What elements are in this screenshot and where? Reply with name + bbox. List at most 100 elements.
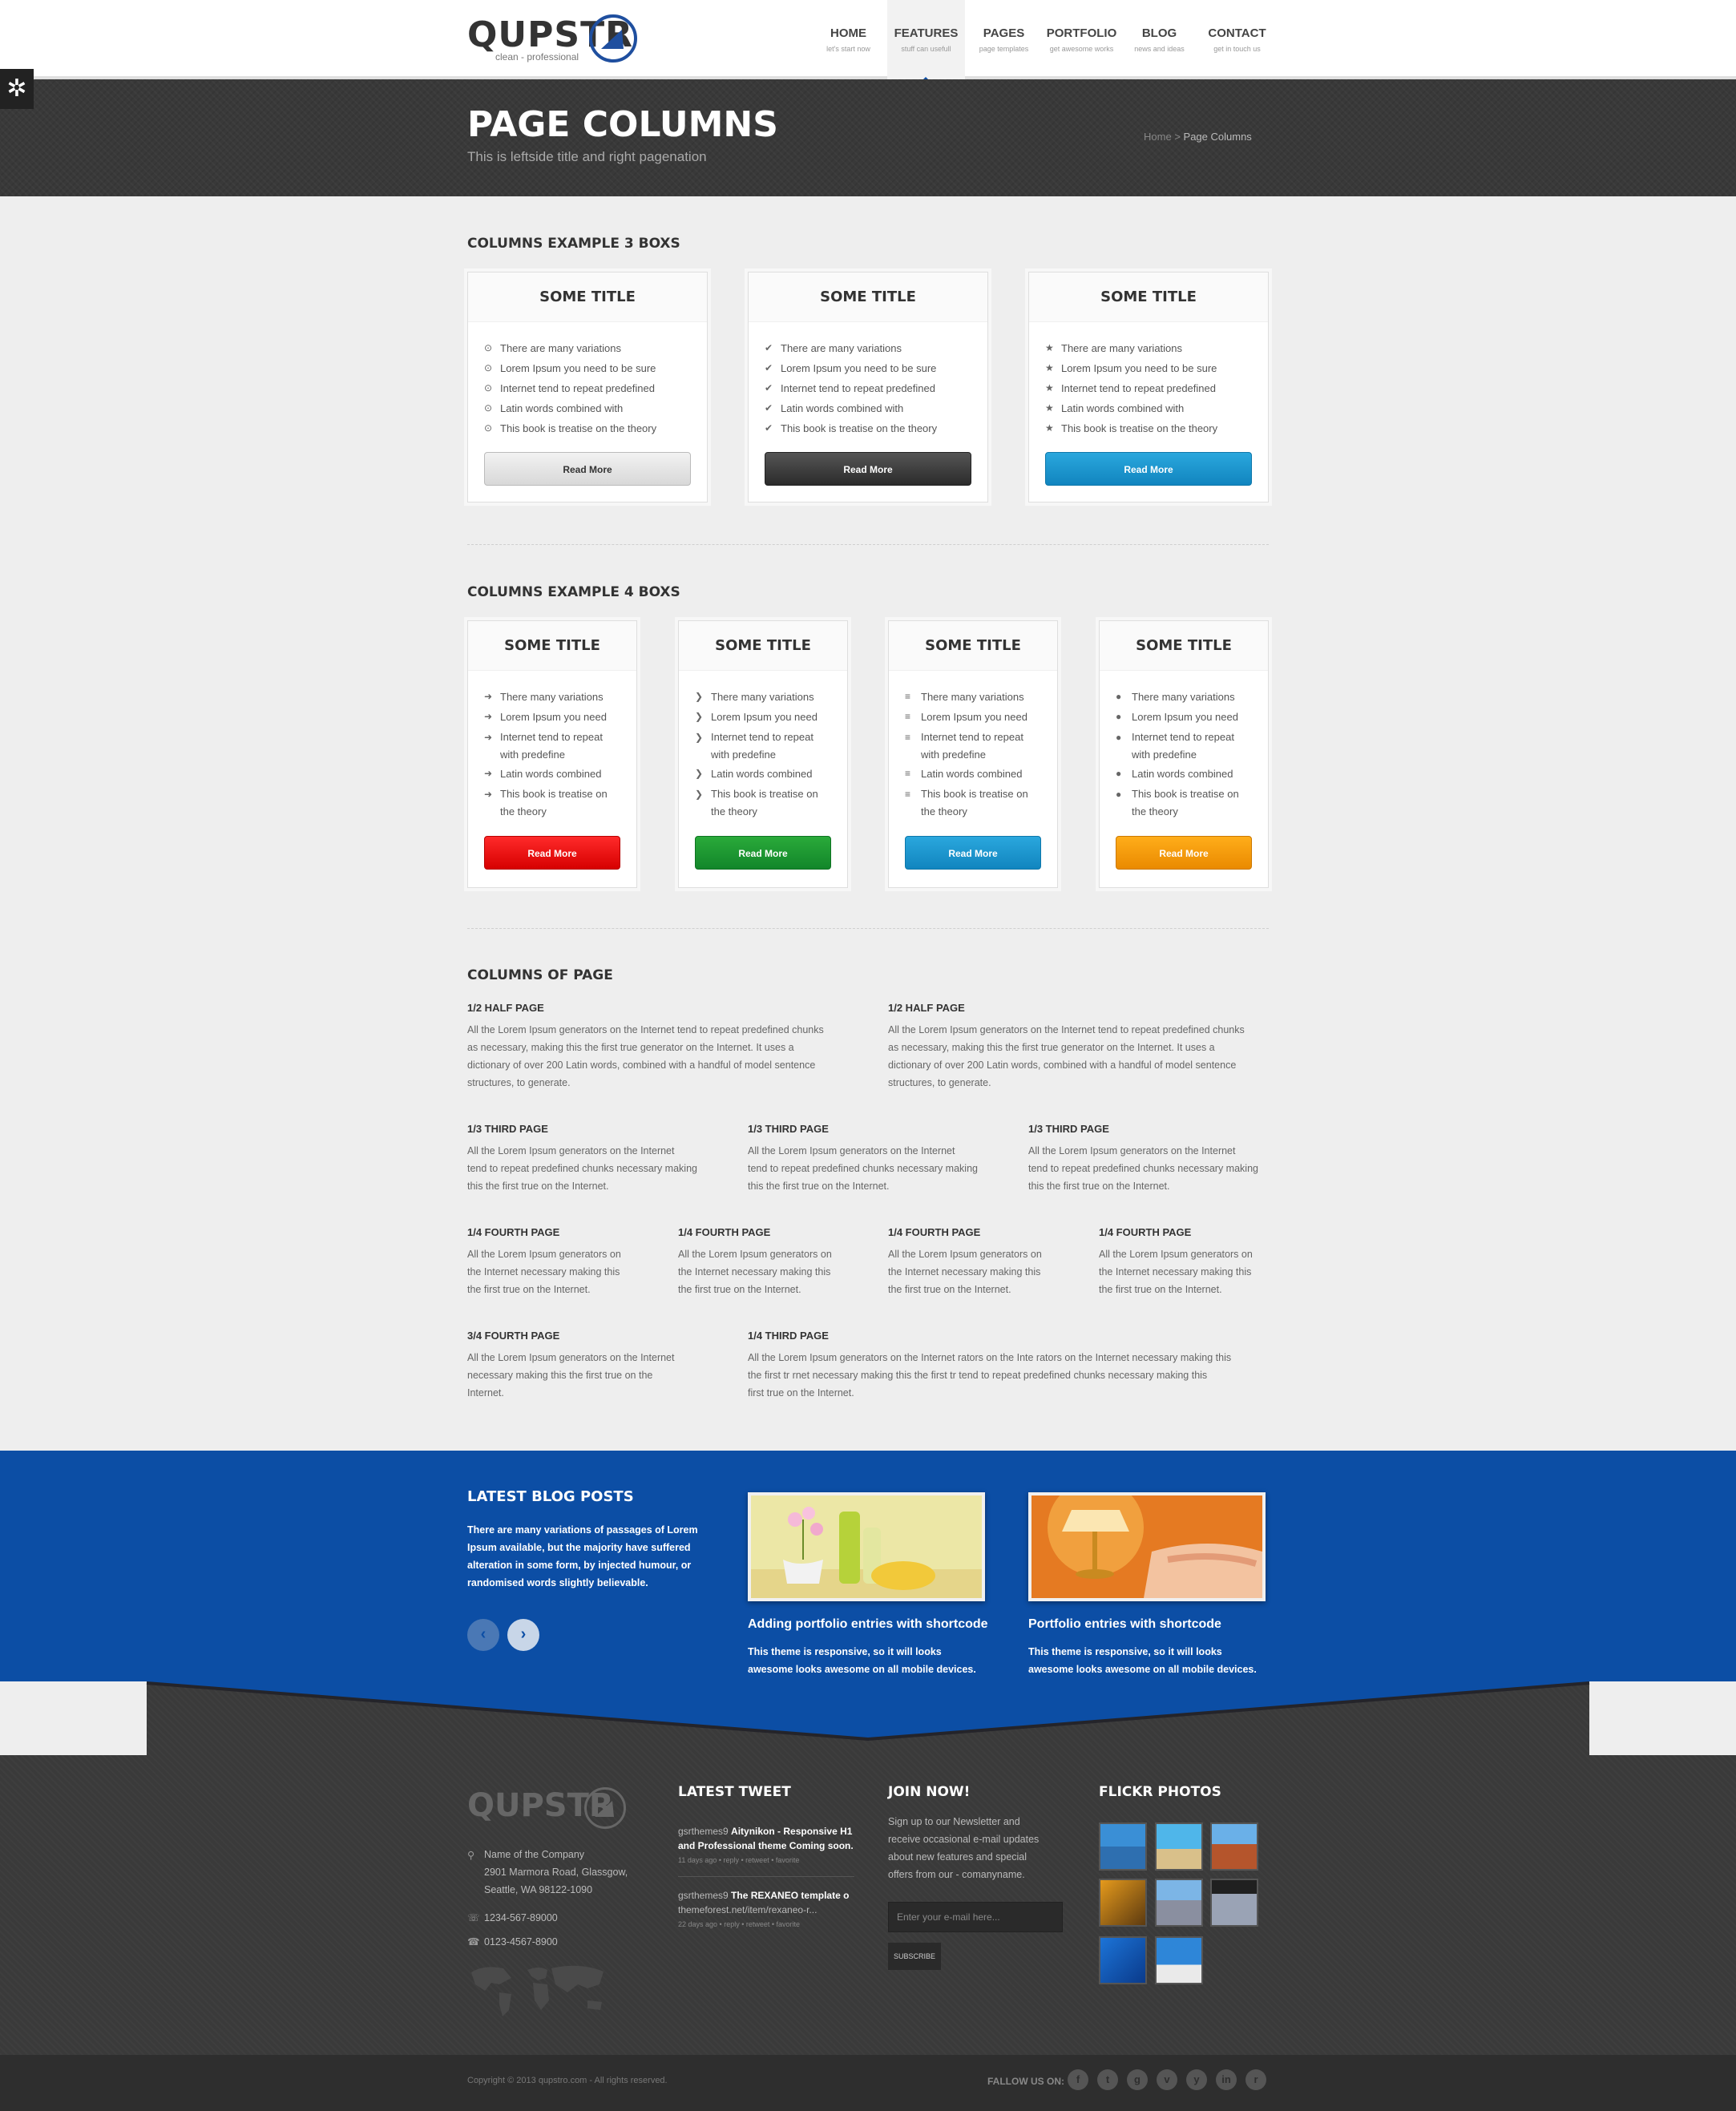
flickr-photo[interactable] xyxy=(1155,1936,1203,1984)
tweet-meta[interactable]: 11 days ago • reply • retweet • favorite xyxy=(678,1853,854,1867)
nav-blog[interactable]: BLOG news and ideas xyxy=(1120,0,1198,79)
user-icon: ● xyxy=(1116,691,1122,702)
tweet-meta[interactable]: 22 days ago • reply • retweet • favorite xyxy=(678,1917,854,1931)
flickr-photo[interactable] xyxy=(1099,1936,1147,1984)
arrow-right-icon: ➜ xyxy=(484,711,493,722)
breadcrumb-home[interactable]: Home xyxy=(1144,131,1172,143)
read-more-button[interactable]: Read More xyxy=(484,452,691,486)
flickr-photo[interactable] xyxy=(1155,1879,1203,1927)
tweet-text: The REXANEO template o xyxy=(731,1890,850,1901)
nav-home[interactable]: HOME let's start now xyxy=(809,0,887,79)
post-thumbnail[interactable] xyxy=(1028,1492,1266,1601)
post-excerpt: This theme is responsive, so it will loo… xyxy=(748,1646,976,1675)
carousel-next-button[interactable]: › xyxy=(507,1619,539,1651)
list-item: ❯ Internet tend to repeat with predefine xyxy=(695,727,847,764)
post-thumbnail[interactable] xyxy=(748,1492,985,1601)
flickr-photo[interactable] xyxy=(1155,1822,1203,1871)
list-item: ★ Latin words combined with xyxy=(1045,398,1268,418)
column-title: 1/4 FOURTH PAGE xyxy=(467,1226,560,1238)
text-line: first true on the Internet. xyxy=(748,1387,854,1399)
post-title[interactable]: Portfolio entries with shortcode xyxy=(1028,1617,1221,1632)
flickr-photo[interactable] xyxy=(1210,1879,1258,1927)
user-icon: ● xyxy=(1116,732,1122,743)
facebook-icon[interactable]: f xyxy=(1068,2069,1088,2090)
list-item-text: There many variations xyxy=(921,691,1024,703)
list-item-text: This book is treatise on xyxy=(1132,788,1239,800)
twitter-icon[interactable]: t xyxy=(1097,2069,1118,2090)
settings-gear-icon[interactable]: ✲ xyxy=(0,69,34,109)
box-title: SOME TITLE xyxy=(468,272,707,322)
list-item: ● Internet tend to repeat with predefine xyxy=(1116,727,1268,764)
nav-features[interactable]: FEATURES stuff can usefull xyxy=(887,0,965,83)
read-more-button[interactable]: Read More xyxy=(765,452,971,486)
tweet-user[interactable]: gsrthemes9 xyxy=(678,1890,729,1901)
list-item: ✔ There are many variations xyxy=(765,338,987,358)
nav-contact[interactable]: CONTACT get in touch us xyxy=(1198,0,1276,79)
list-item: ⊙ Internet tend to repeat predefined xyxy=(484,378,707,398)
vimeo-icon[interactable]: v xyxy=(1157,2069,1177,2090)
google-plus-icon[interactable]: g xyxy=(1127,2069,1148,2090)
list-item-text: Latin words combined xyxy=(711,768,813,780)
flickr-photo[interactable] xyxy=(1210,1822,1258,1871)
list-item: ⊙ This book is treatise on the theory xyxy=(484,418,707,438)
text-line: Sign up to our Newsletter and xyxy=(888,1816,1020,1827)
read-more-button[interactable]: Read More xyxy=(484,836,620,870)
list-item-text: with predefine xyxy=(1132,749,1197,761)
breadcrumb-separator: > xyxy=(1174,131,1181,143)
list-item-text: Internet tend to repeat xyxy=(921,731,1023,743)
star-icon: ★ xyxy=(1045,402,1054,414)
user-icon: ● xyxy=(1116,768,1122,779)
text-line: as necessary, making this the first true… xyxy=(888,1042,1215,1053)
linkedin-icon[interactable]: in xyxy=(1216,2069,1237,2090)
breadcrumb-current: Page Columns xyxy=(1183,131,1252,143)
text-line: the Internet necessary making this xyxy=(1099,1266,1252,1277)
text-line: about new features and special xyxy=(888,1851,1027,1863)
text-line: All the Lorem Ipsum generators on xyxy=(888,1249,1042,1260)
text-line: All the Lorem Ipsum generators on the In… xyxy=(467,1145,675,1156)
list-item-text: the theory xyxy=(500,805,547,817)
post-excerpt: This theme is responsive, so it will loo… xyxy=(1028,1646,1257,1675)
join-heading: JOIN NOW! xyxy=(888,1784,971,1800)
youtube-icon[interactable]: y xyxy=(1186,2069,1207,2090)
bottom-bar xyxy=(0,2055,1736,2111)
chevron-right-icon: ❯ xyxy=(695,711,704,722)
text-line: All the Lorem Ipsum generators on the In… xyxy=(1028,1145,1236,1156)
read-more-button[interactable]: Read More xyxy=(905,836,1041,870)
nav-label: PAGES xyxy=(983,26,1025,40)
carousel-prev-button[interactable]: ‹ xyxy=(467,1619,499,1651)
email-input[interactable]: Enter your e-mail here... xyxy=(888,1902,1063,1932)
subscribe-button[interactable]: SUBSCRIBE xyxy=(888,1943,941,1970)
tweet-heading: LATEST TWEET xyxy=(678,1784,791,1800)
divider xyxy=(467,928,1269,929)
read-more-button[interactable]: Read More xyxy=(695,836,831,870)
arrow-right-icon: ➜ xyxy=(484,732,493,743)
world-map-icon xyxy=(471,1965,604,2016)
text-line: the first true on the Internet. xyxy=(888,1284,1011,1295)
company-name: Name of the Company xyxy=(484,1849,585,1860)
tweet-text: and Professional theme Coming soon. xyxy=(678,1840,854,1851)
list-item: ★ Internet tend to repeat predefined xyxy=(1045,378,1268,398)
nav-pages[interactable]: PAGES page templates xyxy=(965,0,1043,79)
text-line: as necessary, making this the first true… xyxy=(467,1042,794,1053)
post-title[interactable]: Adding portfolio entries with shortcode xyxy=(748,1617,988,1632)
flickr-photo[interactable] xyxy=(1099,1822,1147,1871)
text-line: All the Lorem Ipsum generators on xyxy=(467,1249,621,1260)
nav-sublabel: get in touch us xyxy=(1213,45,1261,53)
tweet-user[interactable]: gsrthemes9 xyxy=(678,1826,729,1837)
nav-portfolio[interactable]: PORTFOLIO get awesome works xyxy=(1043,0,1120,79)
rss-icon[interactable]: r xyxy=(1245,2069,1266,2090)
box-title: SOME TITLE xyxy=(889,621,1057,671)
list-item: ★ Lorem Ipsum you need to be sure xyxy=(1045,358,1268,378)
star-icon: ★ xyxy=(1045,422,1054,434)
list-item: ✔ Internet tend to repeat predefined xyxy=(765,378,987,398)
tweet-link[interactable]: themeforest.net/item/rexaneo-r... xyxy=(678,1903,854,1917)
flickr-photo[interactable] xyxy=(1099,1879,1147,1927)
read-more-button[interactable]: Read More xyxy=(1045,452,1252,486)
check-icon: ✔ xyxy=(765,362,773,373)
text-line: structures, to generate. xyxy=(467,1077,571,1088)
list-item-text: Lorem Ipsum you need to be sure xyxy=(1061,362,1217,374)
column-text: All the Lorem Ipsum generators on the In… xyxy=(467,1245,660,1298)
tweet-item: gsrthemes9 Aitynikon - Responsive H1 and… xyxy=(678,1824,854,1867)
list-item-text: Latin words combined with xyxy=(781,402,904,414)
read-more-button[interactable]: Read More xyxy=(1116,836,1252,870)
